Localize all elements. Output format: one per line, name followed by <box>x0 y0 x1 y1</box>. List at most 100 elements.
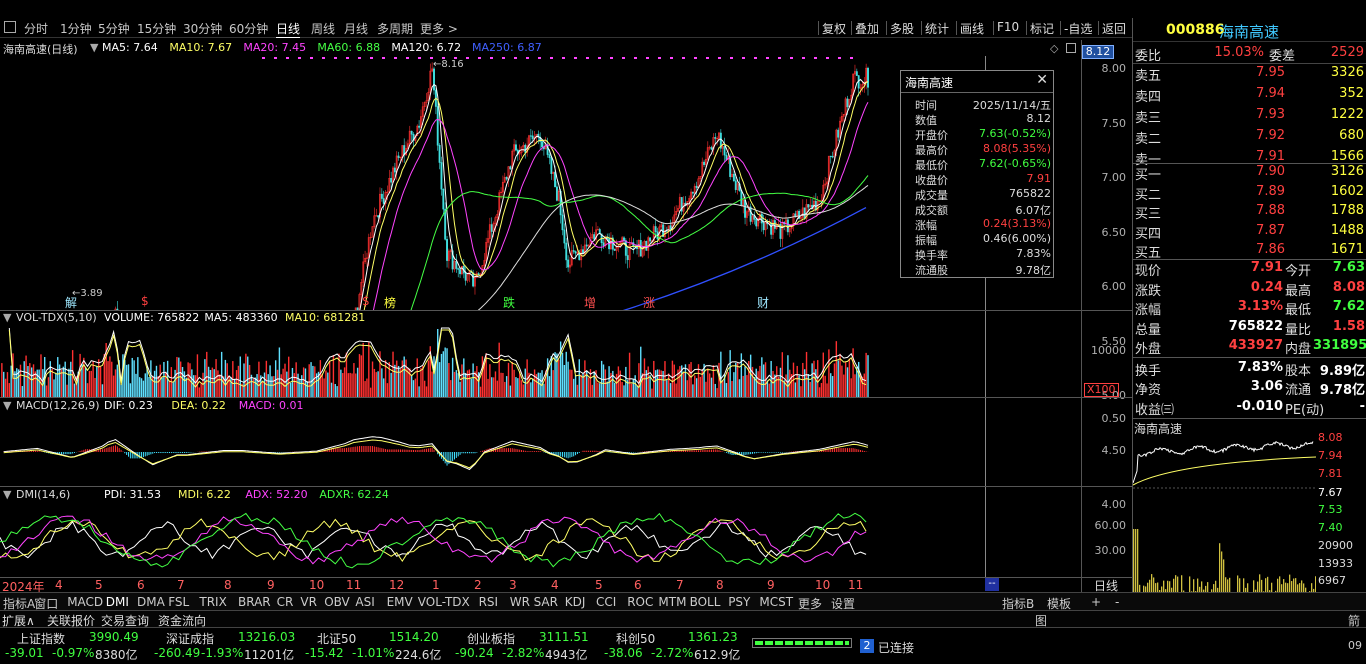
indicator-tab-15[interactable]: WR <box>510 595 530 609</box>
close-icon[interactable]: ✕ <box>1036 72 1048 88</box>
event-marker[interactable]: 财 <box>757 294 769 311</box>
volume-bar <box>813 360 815 397</box>
period-tab-10[interactable]: 更多 > <box>420 20 458 37</box>
toolbar-button-4[interactable]: 画线 <box>960 20 984 37</box>
volume-bar <box>489 364 491 397</box>
volume-bar <box>615 373 618 397</box>
indicator-tab-3[interactable]: DMI <box>106 595 129 609</box>
period-tab-6[interactable]: 日线 <box>276 20 301 38</box>
vol-indicator-name[interactable]: VOL-TDX(5,10) <box>16 311 97 324</box>
event-marker[interactable]: 榜 <box>384 294 396 311</box>
indicator-tab-23[interactable]: MCST <box>759 595 793 609</box>
tooltip-row: 最低价 7.62(-0.65%) <box>915 157 1051 172</box>
toolbar-button-7[interactable]: -自选 <box>1064 20 1092 37</box>
indicator-tab-13[interactable]: VOL-TDX <box>418 595 470 609</box>
index-name[interactable]: 科创50 <box>616 630 655 647</box>
volume-bar <box>289 382 292 397</box>
collapse-icon[interactable]: ▼ <box>3 311 11 324</box>
toolbar-button-0[interactable]: 复权 <box>822 20 846 37</box>
intraday-mini-chart[interactable] <box>1133 435 1316 599</box>
indicator-tab-16[interactable]: SAR <box>534 595 558 609</box>
volume-bar <box>768 383 770 397</box>
buy-level[interactable]: 买四 7.87 1488 <box>1133 222 1366 242</box>
index-name[interactable]: 创业板指 <box>467 630 515 647</box>
event-marker[interactable]: 涨 <box>643 294 655 311</box>
window-icon[interactable] <box>1066 43 1076 53</box>
indicator-tab-12[interactable]: EMV <box>387 595 413 609</box>
toolbar-button-3[interactable]: 统计 <box>925 20 949 37</box>
period-tab-5[interactable]: 60分钟 <box>229 20 268 37</box>
period-tab-8[interactable]: 月线 <box>344 20 368 37</box>
macd-chart[interactable] <box>0 414 1081 486</box>
volume-bar <box>669 383 672 397</box>
period-tab-1[interactable]: 1分钟 <box>60 20 92 37</box>
volume-bar <box>161 377 163 397</box>
indicator-tab-11[interactable]: ASI <box>355 595 374 609</box>
toolbar-button-1[interactable]: 叠加 <box>855 20 879 37</box>
index-pct: -2.72% <box>651 646 694 660</box>
quote-stat-row: 涨幅 3.13% 最低 7.62 <box>1135 299 1365 318</box>
indicator-tab-9[interactable]: VR <box>300 595 317 609</box>
volume-bar <box>73 383 76 397</box>
macd-indicator-name[interactable]: MACD(12,26,9) <box>16 399 100 412</box>
volume-bar <box>518 371 521 397</box>
indicator-tab-19[interactable]: ROC <box>627 595 653 609</box>
indicator-tab-20[interactable]: MTM <box>658 595 686 609</box>
period-tab-7[interactable]: 周线 <box>311 20 335 37</box>
index-name[interactable]: 上证指数 <box>17 630 65 647</box>
event-marker[interactable]: 解 <box>65 294 77 311</box>
indicator-tab-6[interactable]: TRIX <box>199 595 226 609</box>
buy-level[interactable]: 买二 7.89 1602 <box>1133 183 1366 203</box>
toolbar-button-2[interactable]: 多股 <box>890 20 914 37</box>
indicator-tab-4[interactable]: DMA <box>137 595 165 609</box>
volume-bar <box>828 349 830 397</box>
toolbar-button-6[interactable]: 标记 <box>1030 20 1054 37</box>
sell-level[interactable]: 卖三 7.93 1222 <box>1133 106 1366 126</box>
volume-chart[interactable] <box>0 326 1081 397</box>
indicator-tab-2[interactable]: MACD <box>67 595 103 609</box>
menu-icon[interactable] <box>4 21 16 33</box>
dmi-chart[interactable] <box>0 503 1081 577</box>
volume-bar <box>306 381 309 397</box>
indicator-tab-21[interactable]: BOLL <box>690 595 721 609</box>
buy-level[interactable]: 买一 7.90 3126 <box>1133 163 1366 183</box>
dmi-indicator-name[interactable]: DMI(14,6) <box>16 488 70 501</box>
volume-bar <box>127 364 130 397</box>
diamond-icon[interactable]: ◇ <box>1050 42 1058 55</box>
indicator-tab-7[interactable]: BRAR <box>238 595 271 609</box>
indicator-tab-17[interactable]: KDJ <box>565 595 586 609</box>
collapse-icon[interactable]: ▼ <box>3 399 11 412</box>
period-tab-3[interactable]: 15分钟 <box>137 20 176 37</box>
toolbar-button-5[interactable]: F10 <box>997 20 1019 34</box>
event-marker[interactable]: $ <box>141 294 149 308</box>
index-name[interactable]: 深证成指 <box>166 630 214 647</box>
event-marker[interactable]: $ <box>362 294 370 308</box>
period-tab-9[interactable]: 多周期 <box>377 20 413 37</box>
plus-button[interactable]: + <box>1091 595 1101 609</box>
event-marker[interactable]: 跌 <box>503 294 515 311</box>
indicator-tab-5[interactable]: FSL <box>168 595 189 609</box>
volume-bar <box>736 363 739 397</box>
collapse-icon[interactable]: ▼ <box>3 488 11 501</box>
period-tab-2[interactable]: 5分钟 <box>98 20 130 37</box>
event-marker[interactable]: 增 <box>584 294 596 311</box>
minus-button[interactable]: - <box>1115 595 1119 609</box>
volume-bar <box>451 357 454 397</box>
index-name[interactable]: 北证50 <box>317 630 356 647</box>
volume-bar <box>342 373 344 397</box>
indicator-tab-22[interactable]: PSY <box>728 595 750 609</box>
period-tab-0[interactable]: 分时 <box>24 20 48 37</box>
period-tab-4[interactable]: 30分钟 <box>183 20 222 37</box>
sell-level[interactable]: 卖二 7.92 680 <box>1133 127 1366 147</box>
dropdown-icon[interactable]: ▼ <box>90 41 98 54</box>
buy-level[interactable]: 买三 7.88 1788 <box>1133 202 1366 222</box>
indicator-tab-10[interactable]: OBV <box>324 595 350 609</box>
indicator-tab-14[interactable]: RSI <box>479 595 499 609</box>
indicator-tab-8[interactable]: CR <box>277 595 294 609</box>
toolbar-button-8[interactable]: 返回 <box>1102 20 1126 37</box>
sell-level[interactable]: 卖五 7.95 3326 <box>1133 64 1366 84</box>
indicator-tab-18[interactable]: CCI <box>596 595 616 609</box>
sell-level[interactable]: 卖四 7.94 352 <box>1133 85 1366 105</box>
buy-level[interactable]: 买五 7.86 1671 <box>1133 241 1366 261</box>
connection-status[interactable]: 已连接 <box>878 639 914 656</box>
